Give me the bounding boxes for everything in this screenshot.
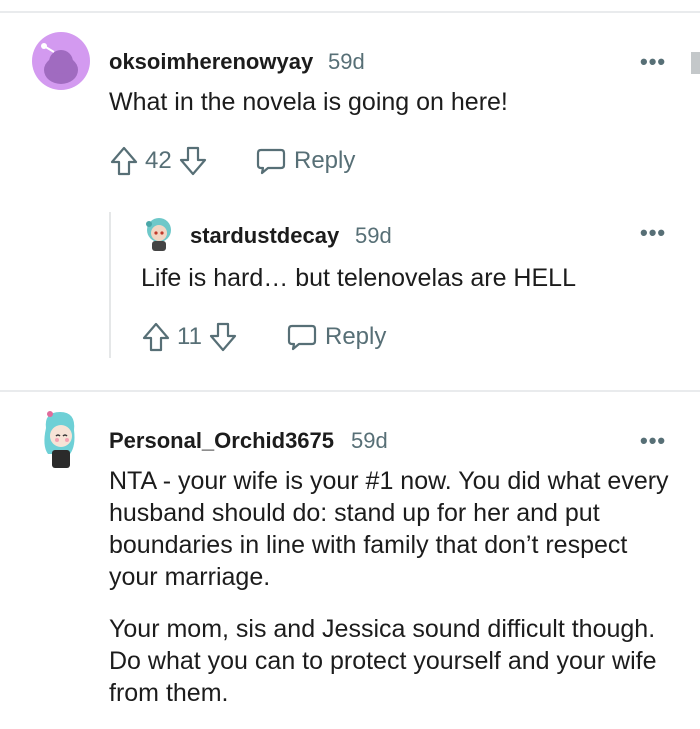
reply-label: Reply — [325, 323, 387, 350]
avatar[interactable] — [32, 32, 90, 90]
more-options-icon[interactable]: ••• — [640, 428, 666, 454]
comment-age: 59d — [328, 49, 365, 74]
thread-line — [109, 212, 111, 358]
comment-paragraph: Your mom, sis and Jessica sound difficul… — [109, 615, 657, 707]
comment-body: What in the novela is going on here! — [109, 88, 508, 116]
comment-username[interactable]: oksoimherenowyay — [109, 49, 313, 75]
vote-count: 42 — [145, 147, 172, 174]
comment-username[interactable]: stardustdecay — [190, 223, 339, 249]
more-options-icon[interactable]: ••• — [640, 220, 666, 246]
vote-bar: 42 — [109, 143, 208, 179]
comment-username[interactable]: Personal_Orchid3675 — [109, 428, 334, 454]
reply-label: Reply — [294, 147, 356, 174]
thread-divider — [0, 390, 700, 392]
downvote-icon[interactable] — [208, 321, 238, 353]
comment-age: 59d — [351, 428, 388, 453]
top-divider — [0, 11, 700, 13]
avatar[interactable] — [141, 214, 177, 254]
more-options-icon[interactable]: ••• — [640, 49, 666, 75]
vote-count: 11 — [177, 323, 202, 350]
avatar[interactable] — [36, 406, 82, 472]
upvote-icon[interactable] — [109, 145, 139, 177]
comment-paragraph: NTA - your wife is your #1 now. You did … — [109, 467, 669, 591]
reply-button[interactable]: Reply — [287, 319, 386, 355]
comment-body: Life is hard… but telenovelas are HELL — [141, 264, 576, 292]
reply-bubble-icon — [256, 147, 286, 175]
reply-bubble-icon — [287, 323, 317, 351]
scrollbar-thumb[interactable] — [691, 52, 700, 74]
comment-age: 59d — [355, 223, 392, 248]
downvote-icon[interactable] — [178, 145, 208, 177]
vote-bar: 11 — [141, 319, 238, 355]
upvote-icon[interactable] — [141, 321, 171, 353]
reply-button[interactable]: Reply — [256, 143, 355, 179]
